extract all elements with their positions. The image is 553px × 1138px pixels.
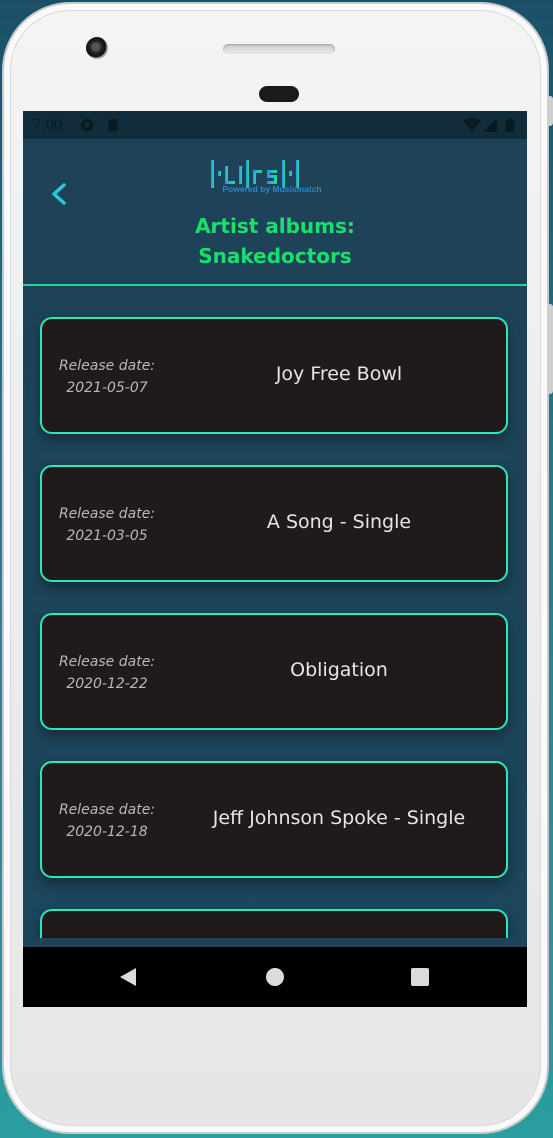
circle-home-icon[interactable] [265,966,285,988]
release-info: Release date: 2020-12-18 [42,799,172,843]
system-nav-bar [23,947,527,1007]
chevron-left-icon[interactable] [47,179,71,209]
front-camera-icon [86,37,108,59]
proximity-sensor [259,86,299,102]
square-recents-icon[interactable] [410,966,430,988]
album-title: Jeff Johnson Spoke - Single [212,807,466,829]
app-header: Powered by Musixmatch Artist albums: Sna… [23,139,527,286]
page-title-line1: Artist albums: [195,214,355,238]
release-info: Release date: 2021-05-07 [42,355,172,399]
page-title: Artist albums: Snakedoctors [23,211,527,271]
release-info: Release date: 2021-03-05 [42,503,172,547]
triangle-back-icon[interactable] [118,966,138,988]
album-title: A Song - Single [266,511,412,533]
album-card[interactable]: Release date: 2021-03-05 A Song - Single [40,465,508,582]
album-title: Obligation [290,659,388,681]
album-card-partial[interactable] [40,909,508,938]
release-date-value: 2020-12-18 [66,824,148,840]
app-screen: 7:00 Powered by Musixmatch Artist albums… [23,111,527,1007]
sim-card-icon [108,118,118,132]
artist-name: Snakedoctors [198,244,352,268]
earpiece-speaker [223,44,335,54]
album-card[interactable]: Release date: 2020-12-22 Obligation [40,613,508,730]
power-button [547,96,553,126]
signal-icon [483,118,497,132]
release-date-value: 2021-03-05 [66,528,148,544]
release-date-label: Release date: [58,358,156,374]
volume-button [547,304,553,394]
release-info: Release date: 2020-12-22 [42,651,172,695]
album-list[interactable]: Release date: 2021-05-07 Joy Free Bowl R… [23,286,527,938]
release-date-value: 2020-12-22 [66,676,148,692]
album-title: Joy Free Bowl [275,363,403,385]
status-bar: 7:00 [23,111,527,139]
release-date-value: 2021-05-07 [66,380,148,396]
wifi-icon [463,118,481,131]
album-card[interactable]: Release date: 2020-12-18 Jeff Johnson Sp… [40,761,508,878]
album-card[interactable]: Release date: 2021-05-07 Joy Free Bowl [40,317,508,434]
powered-by-label: Powered by Musixmatch [222,184,322,194]
battery-icon [505,118,515,132]
release-date-label: Release date: [58,506,156,522]
notification-icon [80,118,94,132]
release-date-label: Release date: [58,802,156,818]
status-time: 7:00 [33,116,63,133]
release-date-label: Release date: [58,654,156,670]
